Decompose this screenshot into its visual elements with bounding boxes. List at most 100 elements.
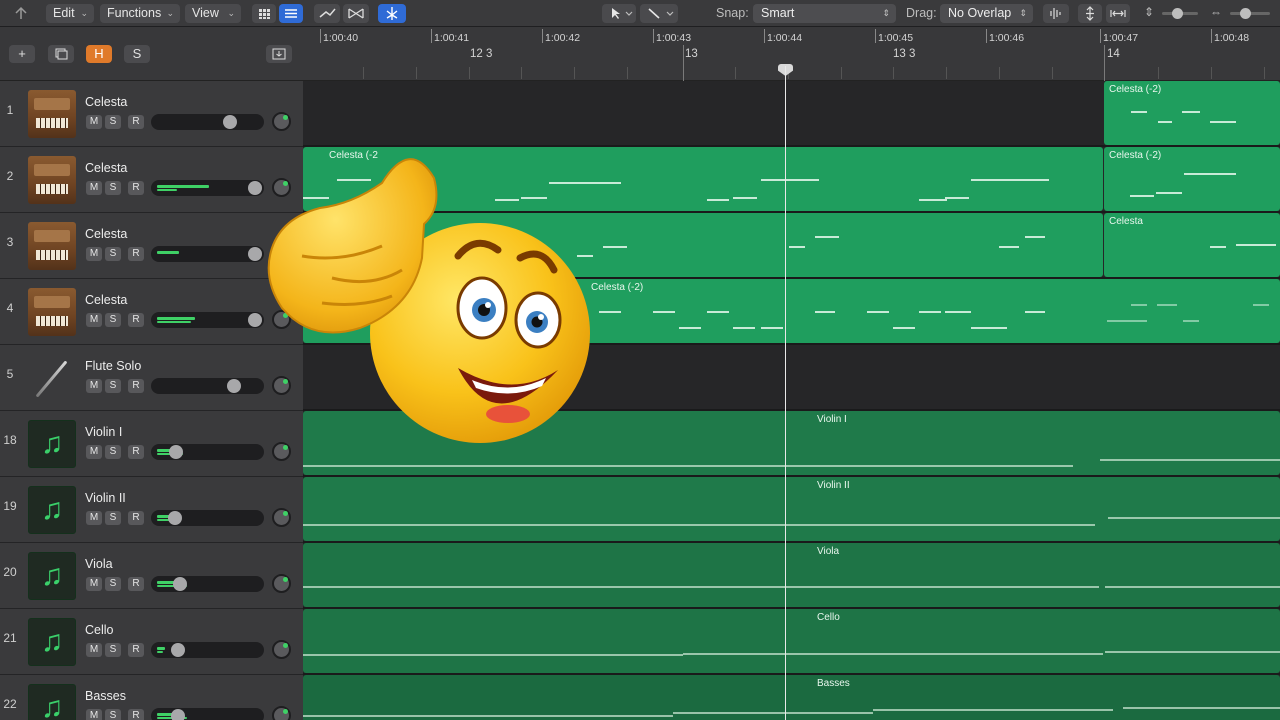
inbox-icon[interactable] (266, 45, 292, 63)
timeline-ruler[interactable]: 1:00:40 1:00:41 1:00:42 1:00:43 1:00:44 … (303, 27, 1280, 81)
mute-button[interactable]: M (86, 115, 102, 129)
solo-button[interactable]: S (105, 379, 121, 393)
vertical-zoom-slider[interactable]: ⇕ (1142, 4, 1200, 23)
pan-knob[interactable] (272, 508, 291, 527)
track-name[interactable]: Celesta (85, 95, 127, 109)
volume-knob[interactable] (248, 313, 262, 327)
track-lane[interactable]: Cello (303, 609, 1280, 675)
drag-select[interactable]: No Overlap ⇕ (940, 4, 1033, 23)
back-icon[interactable] (10, 4, 32, 23)
pencil-tool-icon[interactable] (640, 4, 678, 23)
volume-slider[interactable] (151, 246, 264, 262)
pan-knob[interactable] (272, 640, 291, 659)
volume-knob[interactable] (168, 511, 182, 525)
volume-slider[interactable] (151, 510, 264, 526)
record-enable-button[interactable]: R (128, 445, 144, 459)
track-header[interactable]: 5 Flute Solo M S R (0, 345, 303, 411)
track-header[interactable]: 2 Celesta M S R (0, 147, 303, 213)
catch-icon[interactable] (378, 4, 406, 23)
solo-button[interactable]: S (105, 709, 121, 720)
mute-button[interactable]: M (86, 511, 102, 525)
add-track-button[interactable]: + (9, 45, 35, 63)
flex-icon[interactable] (343, 4, 369, 23)
track-name[interactable]: Violin II (85, 491, 126, 505)
track-header[interactable]: 22 ♫ Basses M S R (0, 675, 303, 720)
volume-slider[interactable] (151, 180, 264, 196)
snap-select[interactable]: Smart ⇕ (753, 4, 896, 23)
playhead[interactable] (785, 66, 786, 720)
track-header[interactable]: 20 ♫ Viola M S R (0, 543, 303, 609)
mute-button[interactable]: M (86, 379, 102, 393)
record-enable-button[interactable]: R (128, 709, 144, 720)
track-header[interactable]: 3 Celesta M S R (0, 213, 303, 279)
track-lane[interactable]: Violin II (303, 477, 1280, 543)
track-header[interactable]: 4 Celesta M S R (0, 279, 303, 345)
solo-button[interactable]: S (105, 115, 121, 129)
pointer-tool-icon[interactable] (602, 4, 636, 23)
solo-tracks-button[interactable]: S (124, 45, 150, 63)
horizontal-fit-icon[interactable] (1106, 4, 1130, 23)
track-name[interactable]: Celesta (85, 293, 127, 307)
track-name[interactable]: Flute Solo (85, 359, 141, 373)
midi-region[interactable]: Violin II (303, 477, 1280, 541)
midi-region[interactable]: Viola (303, 543, 1280, 607)
mute-button[interactable]: M (86, 313, 102, 327)
solo-button[interactable]: S (105, 643, 121, 657)
record-enable-button[interactable]: R (128, 115, 144, 129)
midi-region[interactable]: Celesta (-2) (1104, 147, 1280, 211)
midi-region[interactable]: Basses (303, 675, 1280, 720)
record-enable-button[interactable]: R (128, 247, 144, 261)
list-view-icon[interactable] (279, 4, 303, 23)
hide-tracks-button[interactable]: H (86, 45, 112, 63)
volume-slider[interactable] (151, 378, 264, 394)
track-header[interactable]: 19 ♫ Violin II M S R (0, 477, 303, 543)
midi-region[interactable]: Celesta (-2) (1104, 81, 1280, 145)
vertical-zoom-icon[interactable] (1078, 4, 1102, 23)
solo-button[interactable]: S (105, 511, 121, 525)
midi-region[interactable]: Cello (303, 609, 1280, 673)
solo-button[interactable]: S (105, 445, 121, 459)
mute-button[interactable]: M (86, 181, 102, 195)
solo-button[interactable]: S (105, 313, 121, 327)
track-name[interactable]: Basses (85, 689, 126, 703)
record-enable-button[interactable]: R (128, 379, 144, 393)
mute-button[interactable]: M (86, 247, 102, 261)
waveform-zoom-icon[interactable] (1043, 4, 1069, 23)
record-enable-button[interactable]: R (128, 313, 144, 327)
volume-slider[interactable] (151, 114, 264, 130)
volume-slider[interactable] (151, 642, 264, 658)
volume-knob[interactable] (223, 115, 237, 129)
mute-button[interactable]: M (86, 643, 102, 657)
record-enable-button[interactable]: R (128, 181, 144, 195)
volume-knob[interactable] (227, 379, 241, 393)
solo-button[interactable]: S (105, 181, 121, 195)
mute-button[interactable]: M (86, 445, 102, 459)
volume-knob[interactable] (173, 577, 187, 591)
horizontal-zoom-slider[interactable]: ⇔ (1208, 4, 1274, 23)
solo-button[interactable]: S (105, 247, 121, 261)
edit-menu-button[interactable]: Edit ⌄ (46, 4, 94, 23)
track-lane[interactable]: Viola (303, 543, 1280, 609)
track-name[interactable]: Cello (85, 623, 114, 637)
record-enable-button[interactable]: R (128, 643, 144, 657)
pan-knob[interactable] (272, 112, 291, 131)
track-name[interactable]: Celesta (85, 161, 127, 175)
mute-button[interactable]: M (86, 709, 102, 720)
track-header[interactable]: 18 ♫ Violin I M S R (0, 411, 303, 477)
volume-slider[interactable] (151, 444, 264, 460)
record-enable-button[interactable]: R (128, 511, 144, 525)
track-lane[interactable]: Basses (303, 675, 1280, 720)
pan-knob[interactable] (272, 574, 291, 593)
volume-slider[interactable] (151, 312, 264, 328)
record-enable-button[interactable]: R (128, 577, 144, 591)
track-header[interactable]: 1 Celesta M S R (0, 81, 303, 147)
volume-knob[interactable] (248, 181, 262, 195)
view-menu-button[interactable]: View ⌄ (185, 4, 241, 23)
track-name[interactable]: Celesta (85, 227, 127, 241)
grid-view-icon[interactable] (252, 4, 276, 23)
volume-slider[interactable] (151, 708, 264, 720)
volume-knob[interactable] (171, 709, 185, 720)
functions-menu-button[interactable]: Functions ⌄ (100, 4, 180, 23)
track-name[interactable]: Viola (85, 557, 113, 571)
volume-knob[interactable] (169, 445, 183, 459)
